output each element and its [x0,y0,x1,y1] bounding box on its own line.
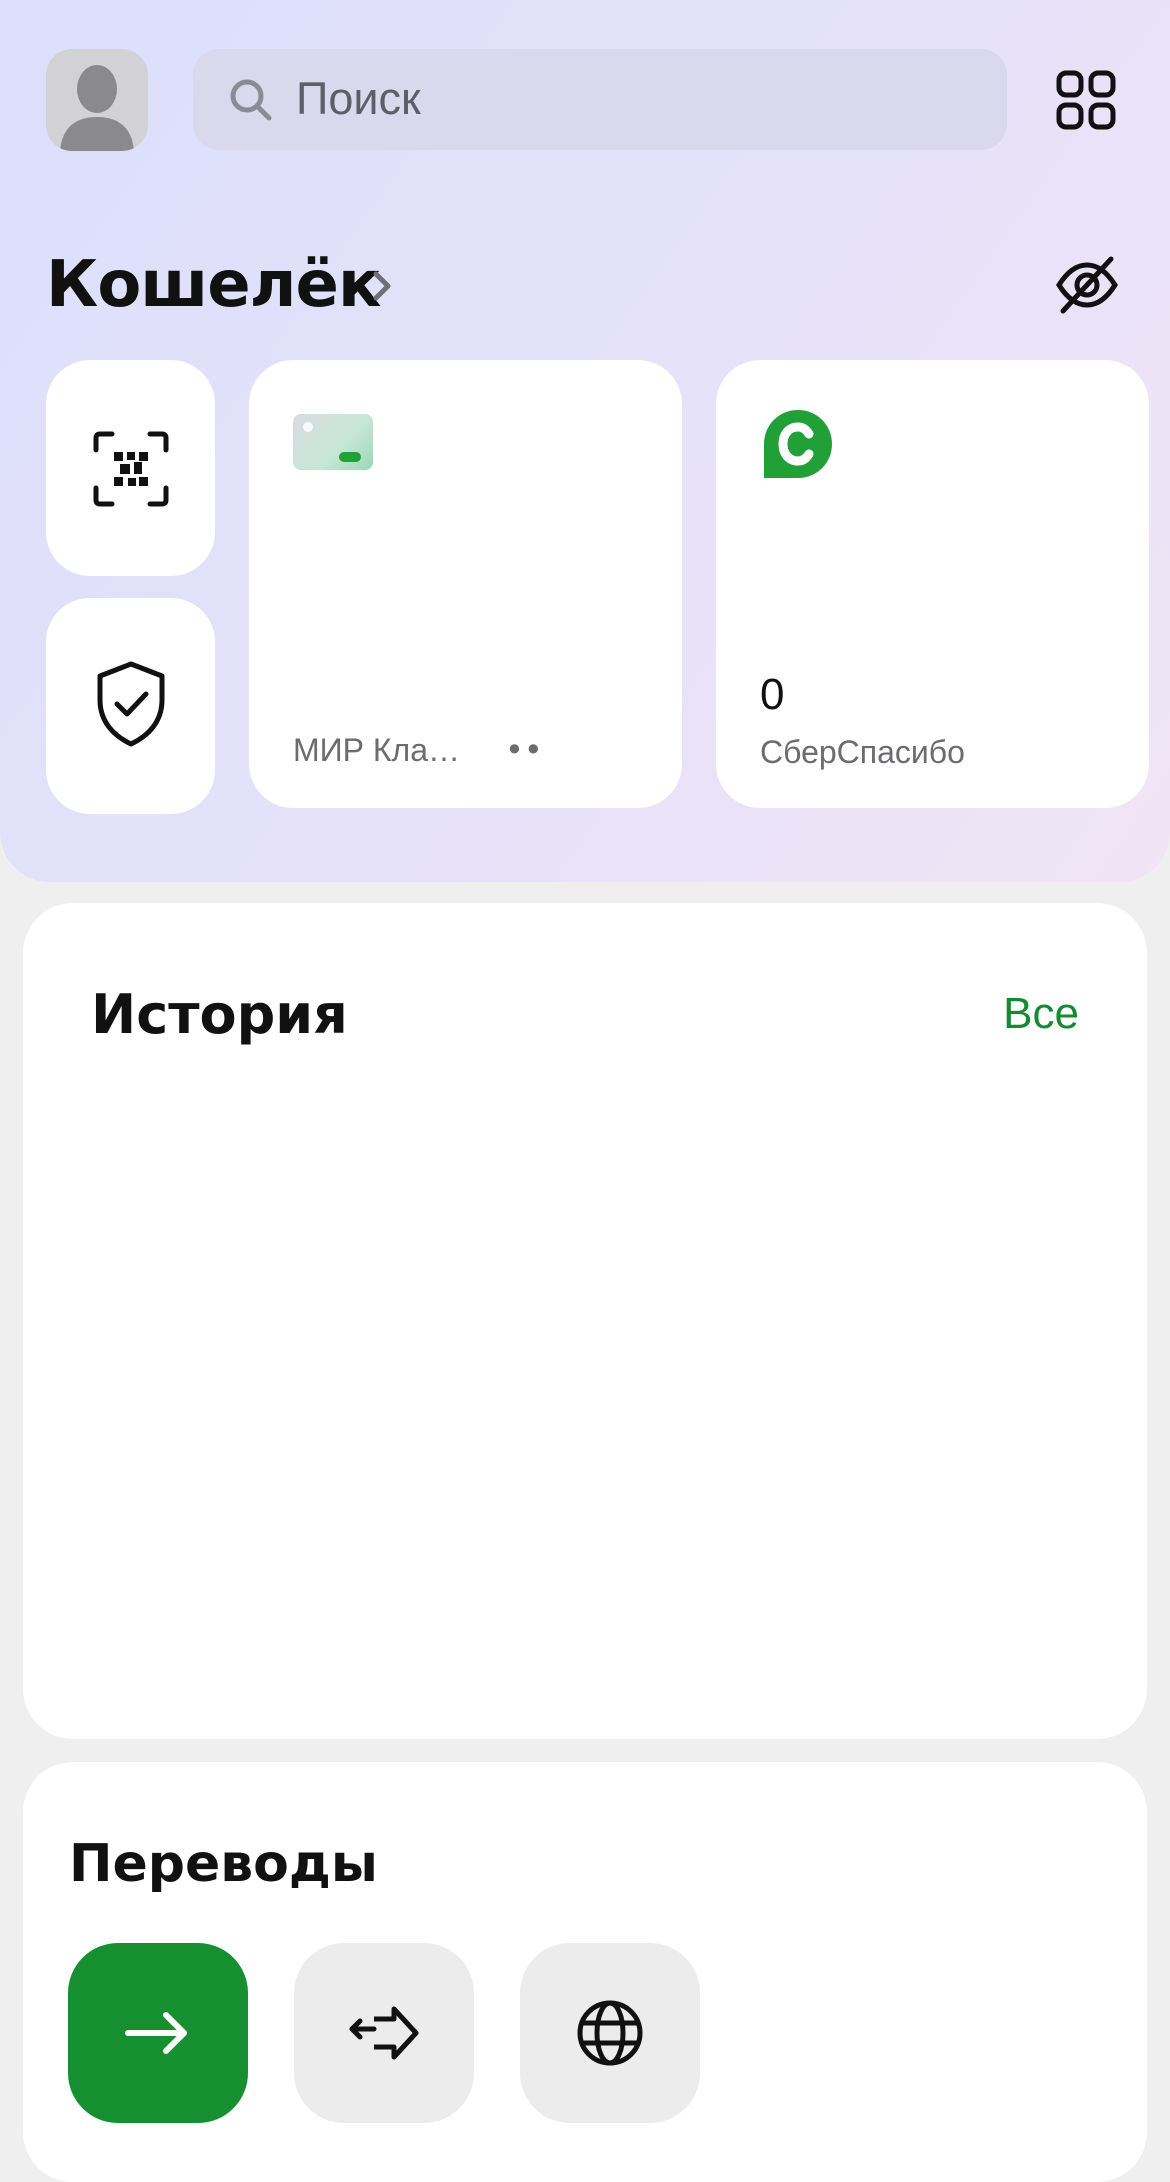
user-silhouette-icon [60,65,134,151]
search-input[interactable]: Поиск [193,49,1007,150]
bank-card-icon [293,414,373,470]
qr-scan-icon [93,431,169,507]
sberspasibo-logo-icon [764,410,832,478]
card-tile[interactable]: МИР Кла… •• [249,360,682,808]
hide-balance-icon[interactable] [1055,255,1119,315]
history-panel: История Все [23,903,1147,1739]
history-all-link[interactable]: Все [1003,989,1079,1039]
bonus-label: СберСпасибо [760,734,965,770]
transfer-arrows-icon [349,2006,419,2060]
qr-scan-button[interactable] [46,360,215,576]
card-number-mask: •• [505,731,543,769]
transfers-panel: Переводы [23,1762,1147,2182]
search-placeholder: Поиск [296,73,421,124]
avatar[interactable] [46,49,148,151]
arrow-right-icon [125,2012,187,2054]
shield-check-icon [97,661,165,747]
transfer-between-accounts-button[interactable] [294,1943,474,2123]
history-title: История [91,983,348,1046]
wallet-header-area: Поиск Кошелёк МИР Кла… •• 0 СберСпасибо [0,0,1170,882]
wallet-title[interactable]: Кошелёк [46,248,381,322]
transfers-title: Переводы [69,1834,378,1894]
apps-grid-icon[interactable] [1056,70,1116,130]
card-name: МИР Кла… [293,732,460,768]
security-button[interactable] [46,598,215,814]
search-icon [230,79,272,121]
transfer-to-person-button[interactable] [68,1943,248,2123]
international-transfer-button[interactable] [520,1943,700,2123]
sberspasibo-tile[interactable]: 0 СберСпасибо [716,360,1149,808]
globe-icon [577,2000,643,2066]
chevron-right-icon[interactable] [370,268,396,304]
bonus-balance: 0 [760,670,785,719]
